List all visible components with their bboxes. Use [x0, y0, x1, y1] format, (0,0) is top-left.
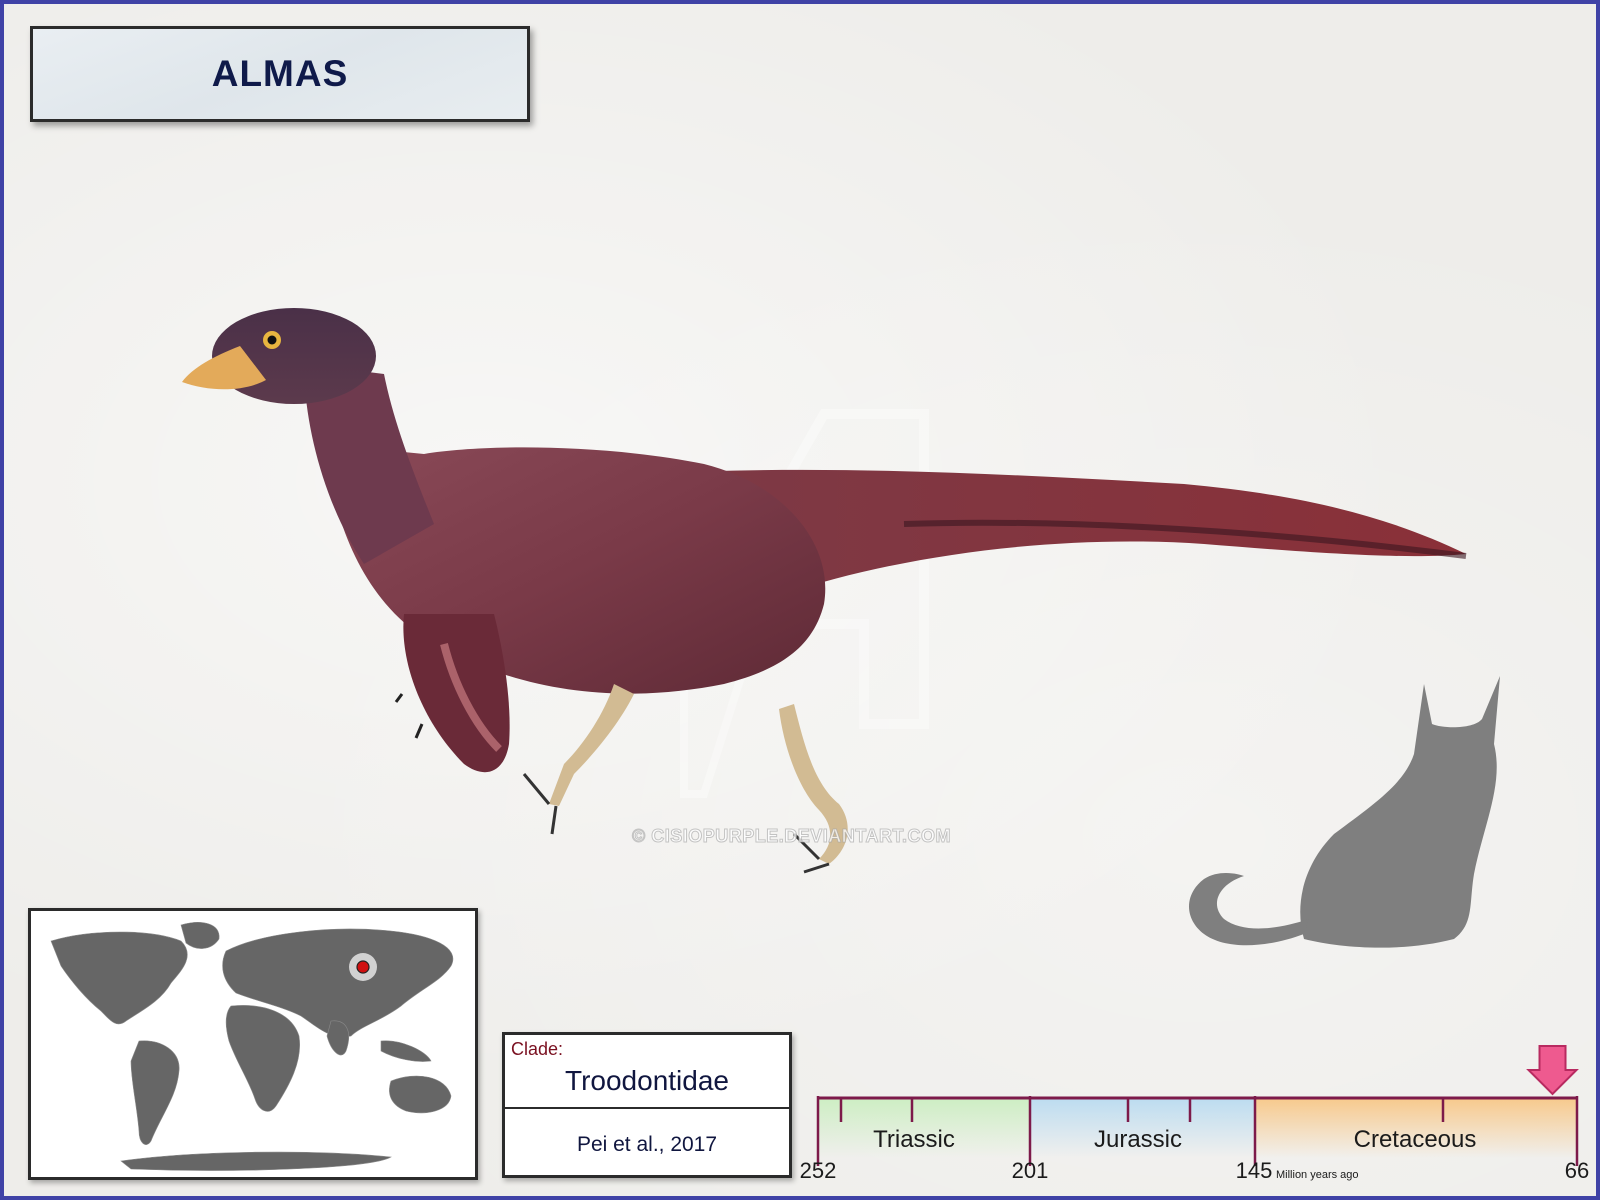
period-cretaceous: Cretaceous: [1354, 1126, 1477, 1153]
timeline-unit-label: Million years ago: [1276, 1169, 1359, 1181]
tick-label-145: 145: [1236, 1158, 1273, 1183]
tick-label-252: 252: [800, 1158, 837, 1183]
period-triassic: Triassic: [873, 1126, 955, 1153]
page-frame: ALMAS © CISIOPURPLE.DEVIANTART.COM Clade…: [0, 0, 1600, 1200]
tick-label-66: 66: [1565, 1158, 1589, 1183]
geologic-timeline: Triassic Jurassic Cretaceous 252 201 145…: [800, 1045, 1589, 1183]
tick-label-201: 201: [1012, 1158, 1049, 1183]
period-jurassic: Jurassic: [1094, 1126, 1182, 1153]
time-marker-arrow: [1526, 1045, 1579, 1096]
